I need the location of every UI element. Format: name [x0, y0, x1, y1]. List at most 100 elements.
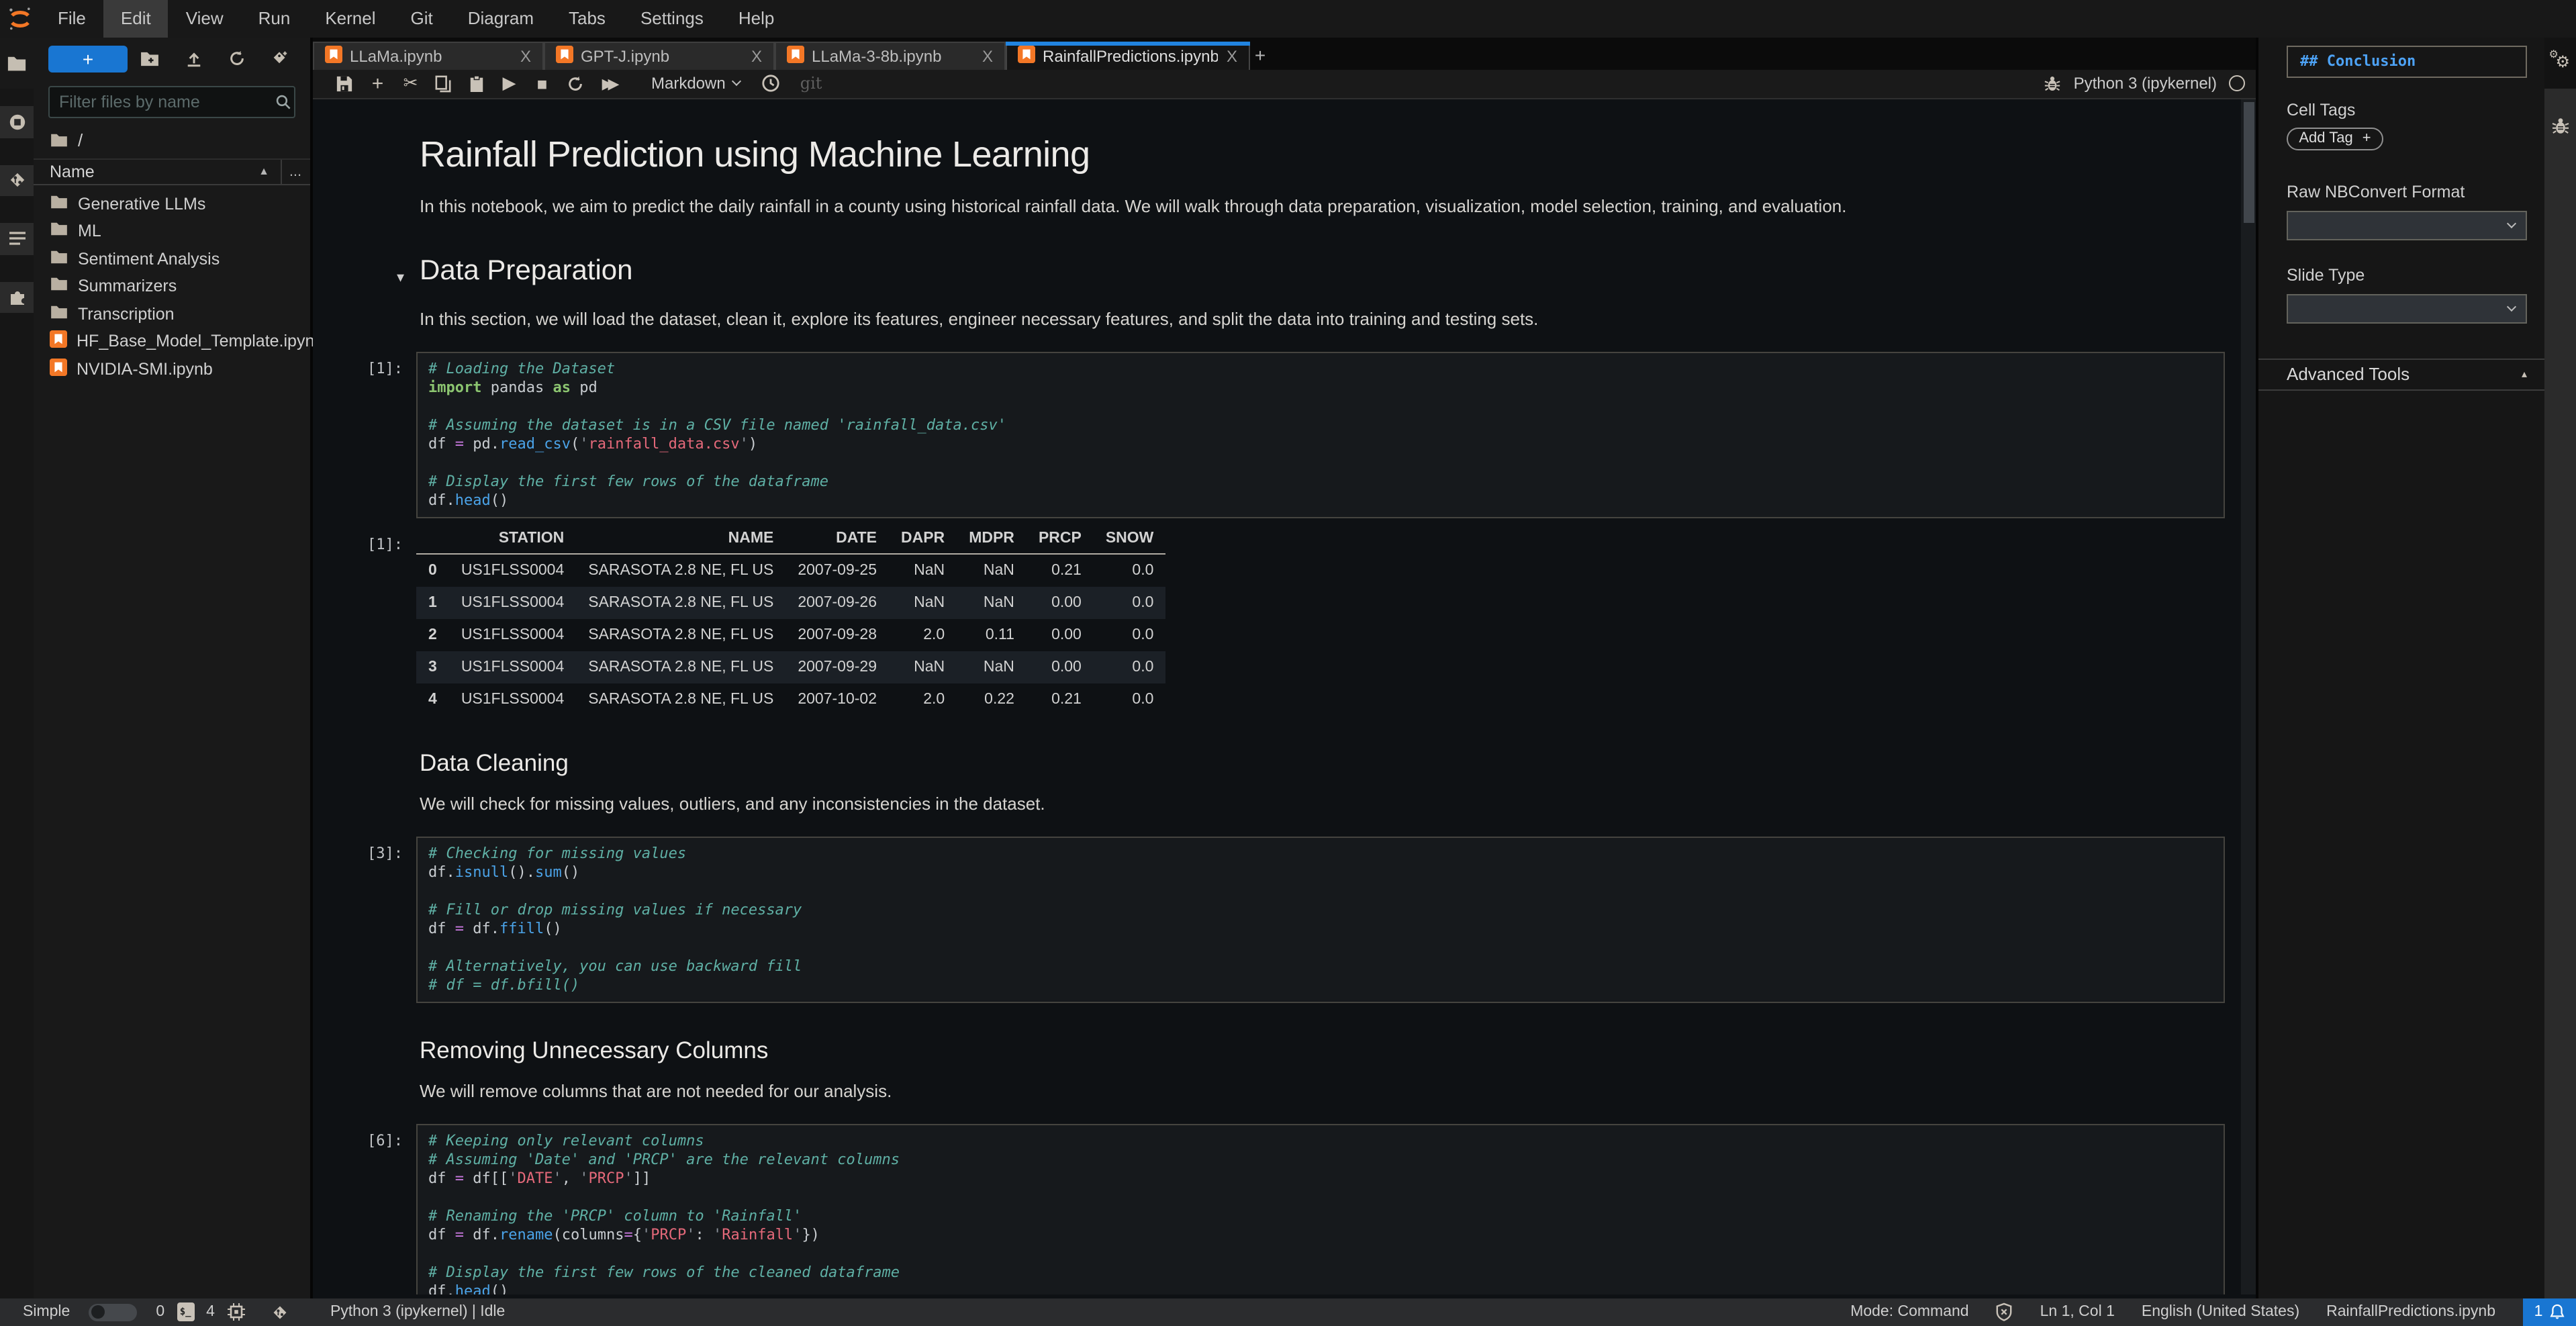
debugger-icon[interactable] [2544, 101, 2576, 152]
tab-llama-ipynb[interactable]: LLaMa.ipynbX [312, 41, 543, 69]
kernel-chip-icon[interactable] [227, 1303, 246, 1321]
slide-type-select[interactable] [2287, 293, 2527, 323]
markdown-cell[interactable]: Removing Unnecessary ColumnsWe will remo… [312, 1035, 2241, 1102]
code-cell[interactable]: [6]:# Keeping only relevant columns# Ass… [312, 1123, 2241, 1294]
file-list-item-folder[interactable]: Sentiment Analysis [34, 245, 309, 273]
tab-rainfallpredictions-ipynb[interactable]: RainfallPredictions.ipynbX [1005, 41, 1249, 69]
run-icon[interactable]: ▶ [493, 68, 526, 98]
close-icon[interactable]: X [982, 46, 993, 65]
extensions-icon[interactable] [0, 281, 34, 313]
restart-run-all-icon[interactable]: ▶▶ [591, 68, 624, 98]
notifications-button[interactable]: 1 [2522, 1298, 2576, 1326]
new-tab-button[interactable]: + [1249, 41, 1271, 69]
tab-label: GPT-J.ipynb [581, 46, 743, 65]
raw-nbconvert-select[interactable] [2287, 210, 2527, 240]
markdown-heading: Rainfall Prediction using Machine Learni… [420, 134, 2160, 174]
code-cell[interactable]: [3]:# Checking for missing valuesdf.isnu… [312, 836, 2241, 1002]
file-list-item-folder[interactable]: Summarizers [34, 273, 309, 300]
cut-icon[interactable]: ✂ [394, 68, 427, 98]
new-folder-icon[interactable] [140, 51, 160, 67]
table-cell: SARASOTA 2.8 NE, FL US [576, 651, 785, 683]
advanced-tools-header[interactable]: Advanced Tools ▴ [2258, 358, 2544, 390]
terminal-icon[interactable]: $_ [177, 1303, 194, 1321]
breadcrumb-root[interactable]: / [78, 130, 83, 150]
code-editor[interactable]: # Keeping only relevant columns# Assumin… [416, 1123, 2225, 1294]
file-list-header[interactable]: Name ▲ ... [34, 158, 309, 185]
bug-icon[interactable] [2044, 75, 2062, 92]
markdown-cell[interactable]: Data CleaningWe will check for missing v… [312, 747, 2241, 814]
menu-item-settings[interactable]: Settings [623, 0, 721, 38]
filter-files-input[interactable] [59, 92, 275, 111]
terminals-count[interactable]: 0 [156, 1304, 164, 1320]
new-launcher-button[interactable]: + [48, 46, 128, 72]
menu-item-run[interactable]: Run [241, 0, 308, 38]
menu-item-git[interactable]: Git [393, 0, 450, 38]
copy-icon[interactable] [427, 68, 460, 98]
sort-ascending-icon[interactable]: ▲ [258, 165, 280, 177]
upload-icon[interactable] [186, 50, 203, 68]
notebook-icon [324, 45, 342, 66]
markdown-cell[interactable]: ▾Data PreparationIn this section, we wil… [312, 253, 2241, 330]
table-header-cell [416, 523, 449, 553]
menu-item-kernel[interactable]: Kernel [307, 0, 393, 38]
menu-item-edit[interactable]: Edit [103, 0, 169, 38]
tab-llama-3-8b-ipynb[interactable]: LLaMa-3-8b.ipynbX [774, 41, 1005, 69]
kernel-name-label[interactable]: Python 3 (ipykernel) [2074, 74, 2217, 93]
command-mode-label[interactable]: Mode: Command [1850, 1304, 1968, 1320]
close-icon[interactable]: X [520, 46, 531, 65]
markdown-cell[interactable]: Rainfall Prediction using Machine Learni… [312, 134, 2241, 217]
code-editor[interactable]: # Loading the Datasetimport pandas as pd… [416, 351, 2225, 518]
file-list-item-notebook[interactable]: NVIDIA-SMI.ipynb [34, 355, 309, 383]
code-cell[interactable]: [1]:# Loading the Datasetimport pandas a… [312, 351, 2241, 518]
running-sessions-icon[interactable] [0, 106, 34, 138]
restart-kernel-icon[interactable] [559, 68, 591, 98]
language-label[interactable]: English (United States) [2142, 1304, 2299, 1320]
home-folder-icon[interactable] [50, 132, 68, 147]
git-status-icon[interactable] [271, 1303, 289, 1321]
table-row: 1US1FLSS0004SARASOTA 2.8 NE, FL US2007-0… [416, 586, 1165, 618]
table-cell: NaN [957, 553, 1027, 586]
insert-cell-icon[interactable]: + [361, 68, 394, 98]
trust-shield-icon[interactable] [1996, 1303, 2013, 1321]
section-collapser-icon[interactable]: ▾ [397, 261, 404, 295]
git-icon[interactable] [0, 164, 34, 196]
menu-item-help[interactable]: Help [721, 0, 792, 38]
save-icon[interactable] [328, 68, 361, 98]
main-dock: LLaMa.ipynbXGPT-J.ipynbXLLaMa-3-8b.ipynb… [312, 38, 2256, 1298]
cell-type-dropdown[interactable]: Markdown [643, 74, 749, 93]
menu-item-file[interactable]: File [40, 0, 103, 38]
simple-mode-toggle[interactable] [89, 1303, 137, 1321]
menu-item-diagram[interactable]: Diagram [450, 0, 551, 38]
table-cell: 0.0 [1094, 553, 1166, 586]
table-cell: NaN [889, 553, 957, 586]
code-editor[interactable]: # Checking for missing valuesdf.isnull()… [416, 836, 2225, 1002]
add-tag-button[interactable]: Add Tag+ [2287, 127, 2383, 150]
name-header-label: Name [50, 162, 95, 181]
file-list-item-folder[interactable]: Transcription [34, 300, 309, 328]
close-icon[interactable]: X [1227, 46, 1237, 65]
file-list-item-folder[interactable]: Generative LLMs [34, 190, 309, 218]
active-cell-editor[interactable]: ## Conclusion [2287, 46, 2527, 77]
cursor-position-label[interactable]: Ln 1, Col 1 [2040, 1304, 2115, 1320]
table-of-contents-icon[interactable] [0, 223, 34, 254]
notebook-scrollbar[interactable] [2241, 99, 2256, 1294]
file-list-more-button[interactable]: ... [280, 159, 309, 183]
file-list-item-notebook[interactable]: HF_Base_Model_Template.ipynb [34, 328, 309, 355]
file-list-item-folder[interactable]: ML [34, 218, 309, 245]
history-icon[interactable] [754, 68, 787, 98]
close-icon[interactable]: X [751, 46, 762, 65]
property-inspector-icon[interactable]: ⚙⚙ [2544, 38, 2576, 89]
menu-item-tabs[interactable]: Tabs [551, 0, 623, 38]
notebook-scroll-area[interactable]: Rainfall Prediction using Machine Learni… [312, 99, 2241, 1294]
new-tag-icon[interactable] [271, 50, 289, 68]
tab-gpt-j-ipynb[interactable]: GPT-J.ipynb X [543, 41, 774, 69]
kernels-count[interactable]: 4 [206, 1304, 215, 1320]
file-browser-icon[interactable] [0, 38, 34, 89]
menu-item-view[interactable]: View [169, 0, 241, 38]
scrollbar-thumb[interactable] [2243, 101, 2254, 222]
output-execution-count: [1]: [312, 523, 416, 715]
stop-icon[interactable]: ■ [526, 68, 559, 98]
kernel-status-label[interactable]: Python 3 (ipykernel) | Idle [330, 1304, 505, 1320]
refresh-icon[interactable] [228, 50, 246, 68]
paste-icon[interactable] [460, 68, 493, 98]
